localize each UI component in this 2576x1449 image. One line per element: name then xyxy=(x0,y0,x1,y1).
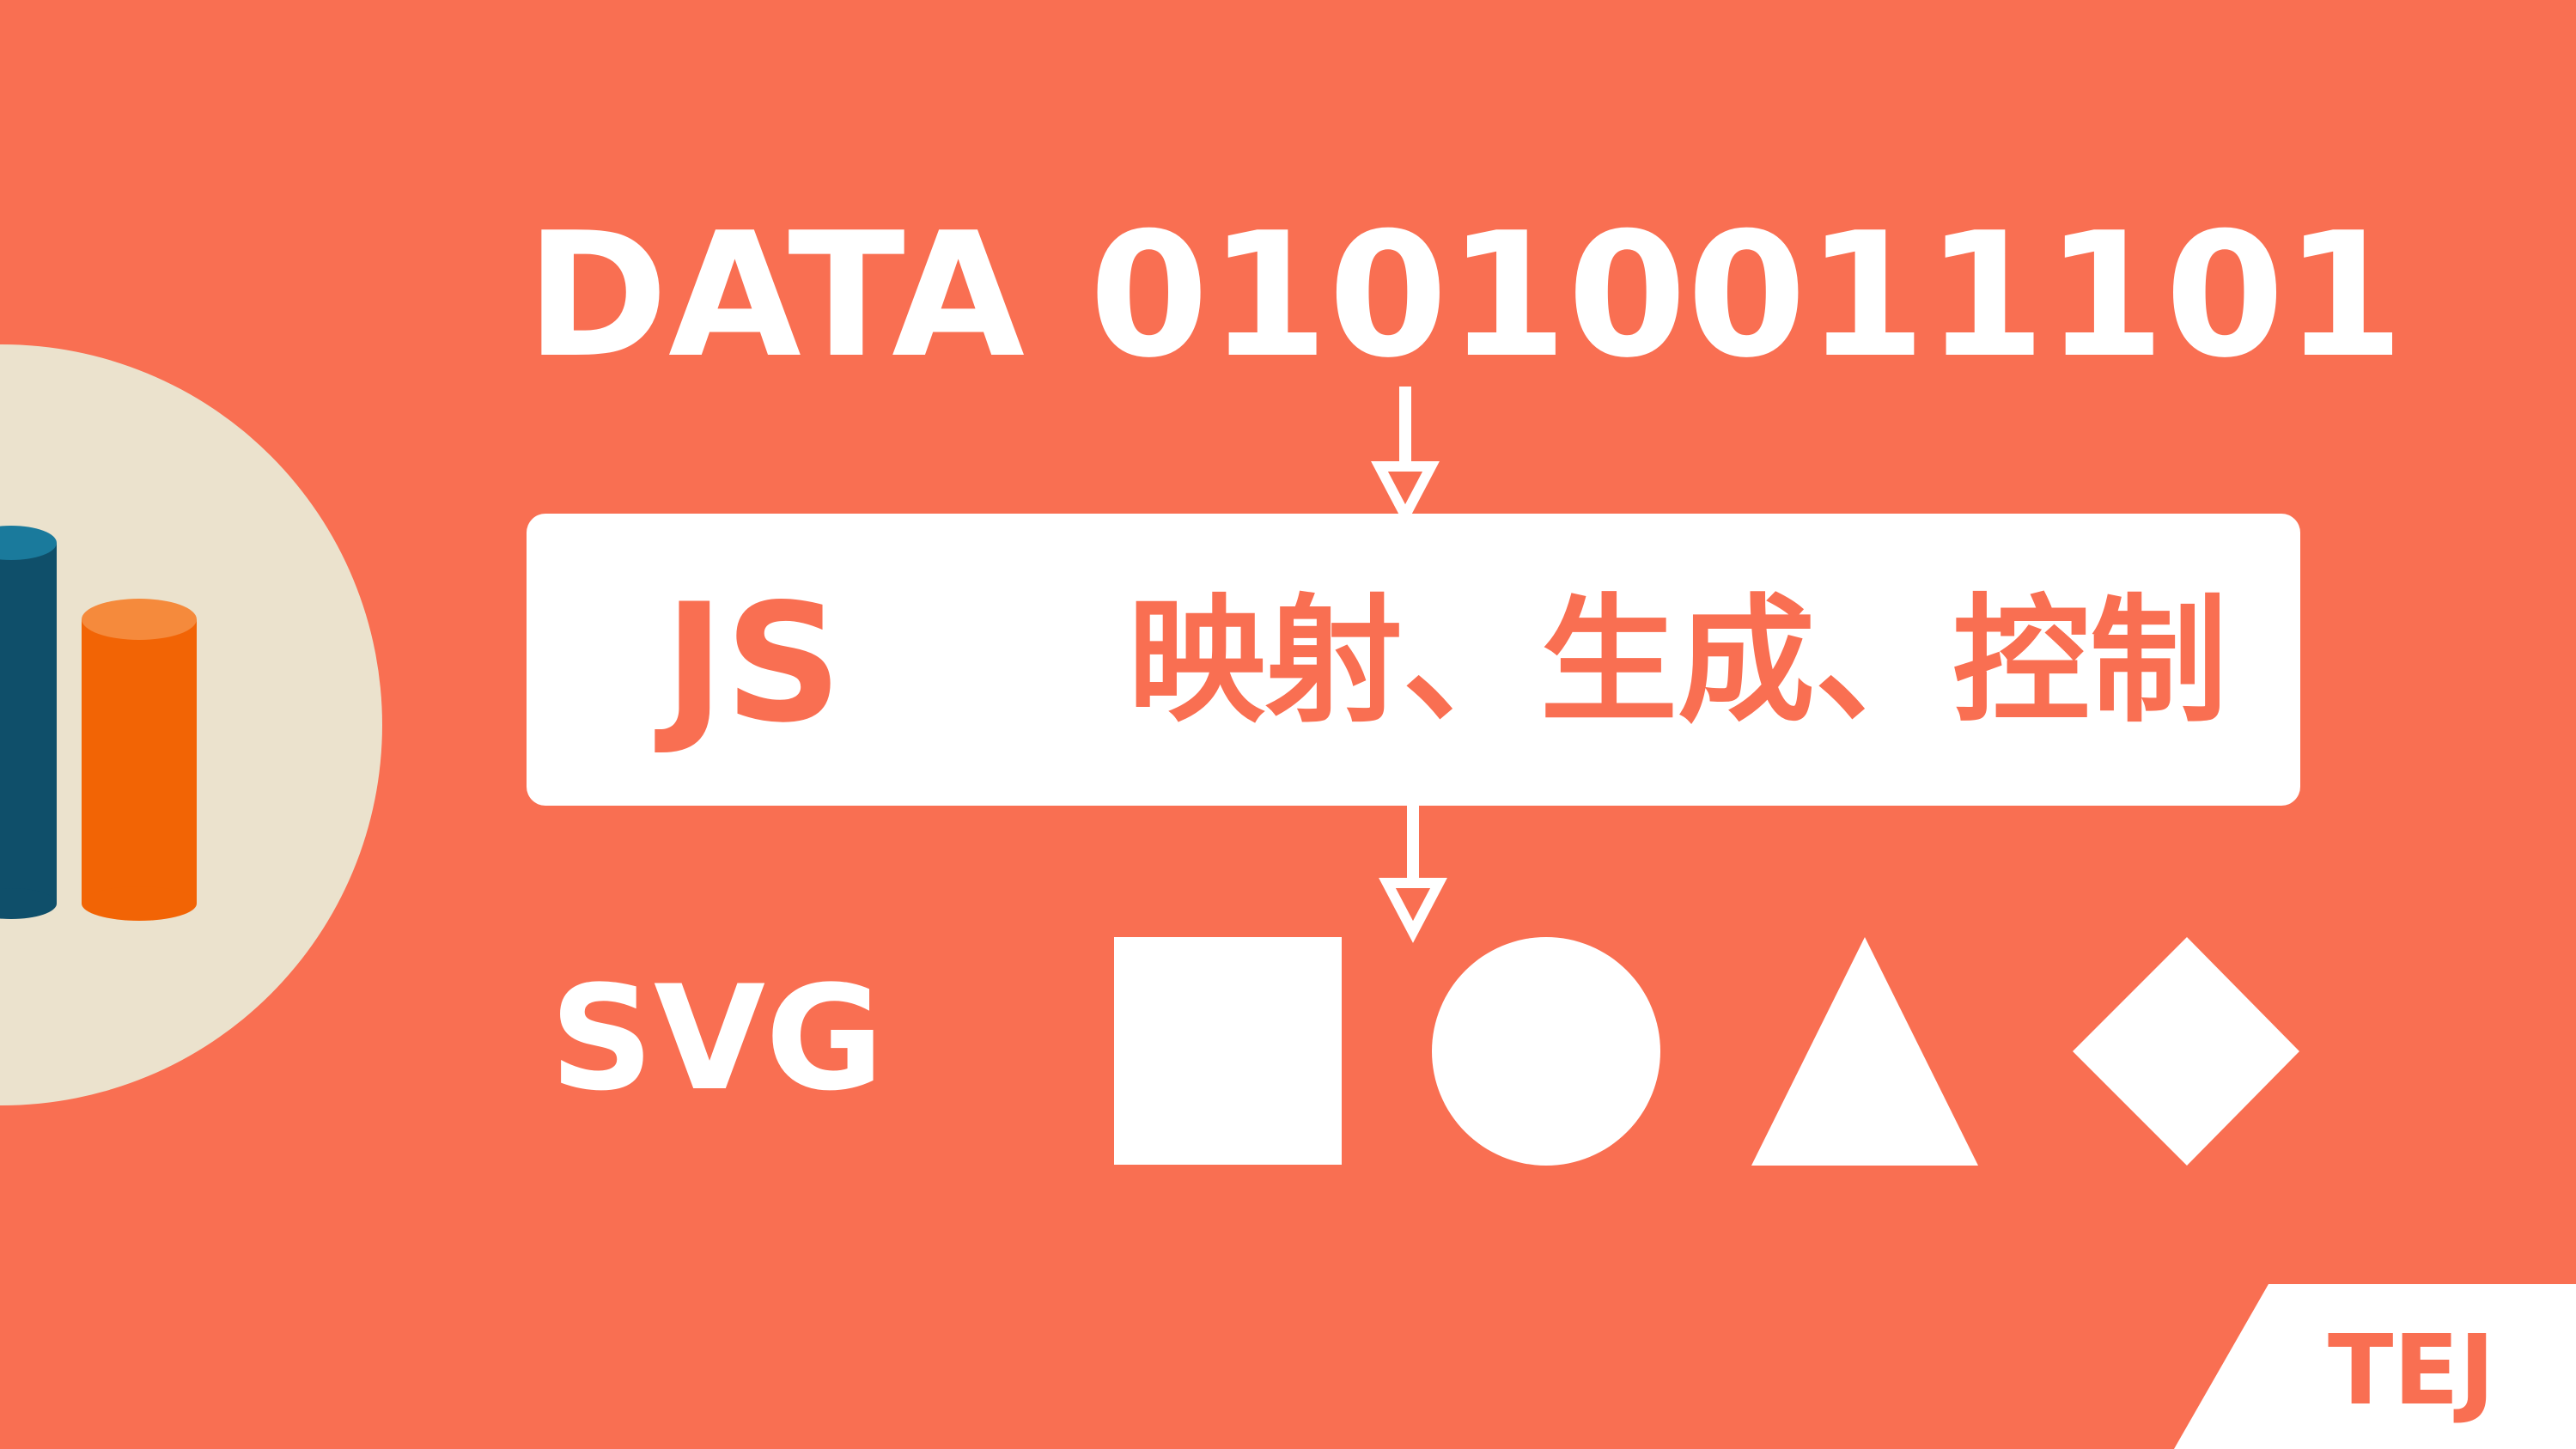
js-label: JS xyxy=(664,569,843,758)
teal-cylinder-icon xyxy=(0,526,57,919)
data-label: DATA xyxy=(526,196,1025,396)
circle-shape xyxy=(1432,937,1660,1166)
orange-cylinder-icon xyxy=(82,599,197,921)
svg-label: SVG xyxy=(550,954,884,1123)
js-process-box: JS 映射、生成、控制 xyxy=(527,514,2300,806)
js-description: 映射、生成、控制 xyxy=(1128,581,2228,741)
square-shape xyxy=(1114,937,1342,1165)
binary-data-text: 01010011101 xyxy=(1089,196,2404,396)
tej-logo: TEJ xyxy=(2328,1315,2495,1427)
